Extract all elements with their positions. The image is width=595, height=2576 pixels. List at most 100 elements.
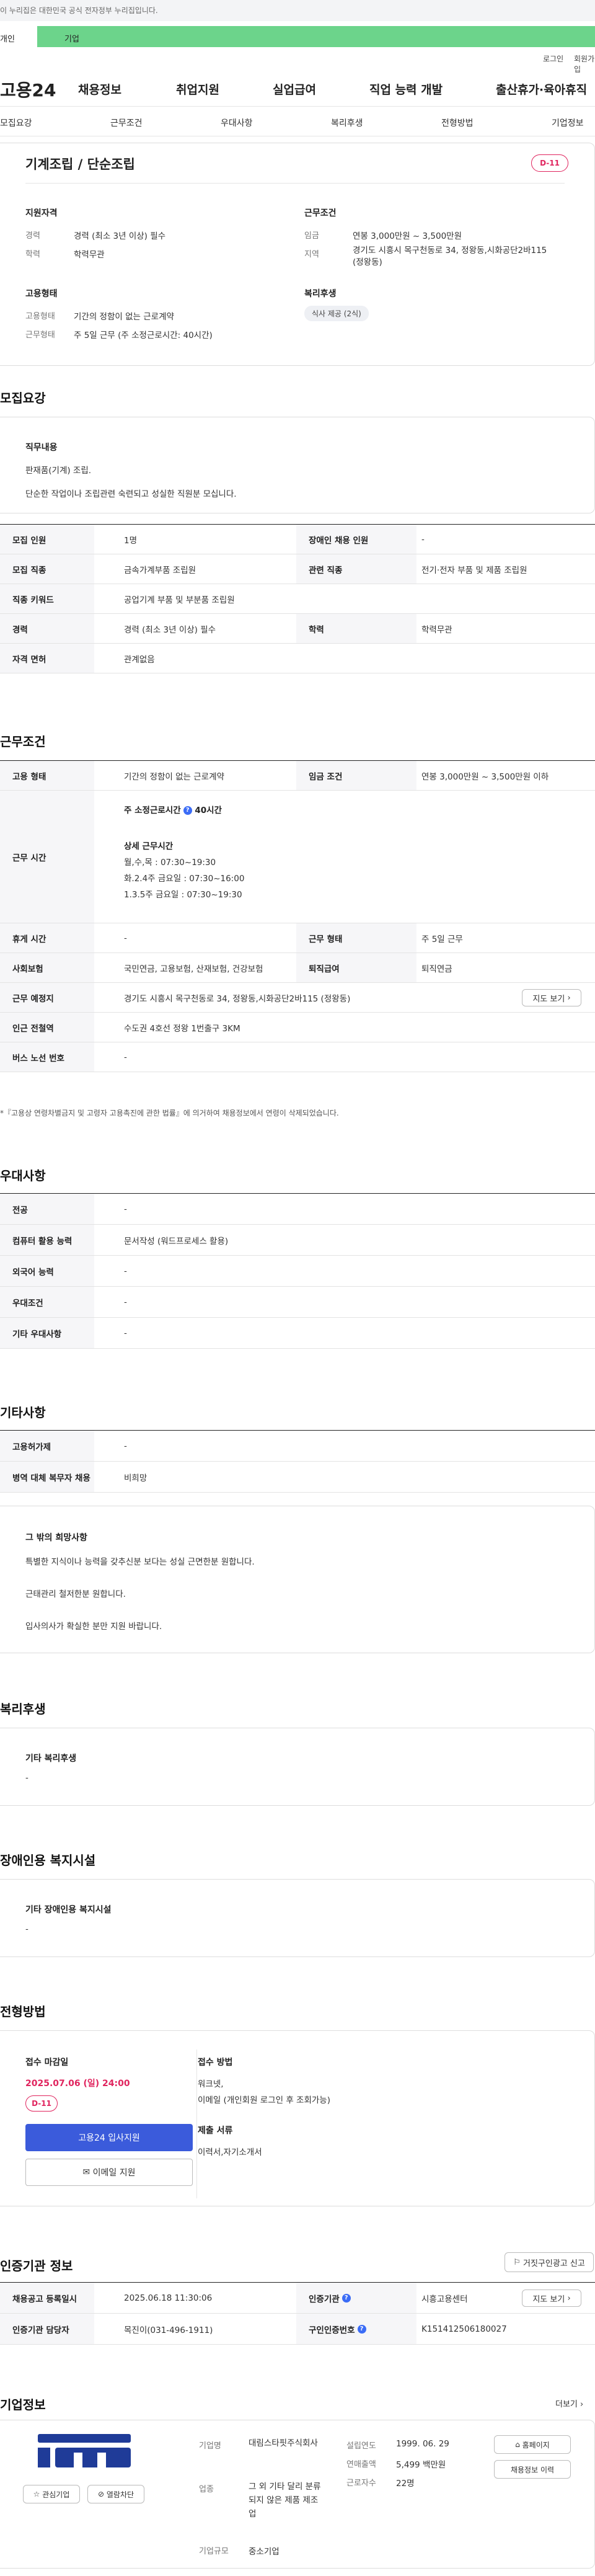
row-header: 장애인 채용 인원 xyxy=(296,525,416,554)
anchor-pref[interactable]: 우대사항 xyxy=(221,117,253,129)
gnb-item-jobs[interactable]: 채용정보 xyxy=(78,81,121,97)
dday-badge: D-11 xyxy=(25,2095,58,2112)
info-icon[interactable]: ? xyxy=(183,806,192,815)
report-fake-ad-label: 거짓구인광고 신고 xyxy=(522,2258,585,2268)
sales: 5,499 백만원 xyxy=(396,2460,446,2470)
cond-key: 지역 xyxy=(304,250,319,259)
row-value: 국민연금, 고용보험, 산재보험, 건강보험 xyxy=(124,964,263,974)
method-line: 워크넷, xyxy=(198,2079,224,2089)
anchor-recruit[interactable]: 모집요강 xyxy=(0,117,32,129)
row-value: 비희망 xyxy=(124,1473,148,1483)
anchor-welfare[interactable]: 복리후생 xyxy=(331,117,363,129)
docs-title: 제출 서류 xyxy=(198,2126,233,2136)
anchor-work[interactable]: 근무조건 xyxy=(110,117,143,129)
row-header: 모집 직종 xyxy=(0,554,94,584)
gov-banner-text: 이 누리집은 대한민국 공식 전자정부 누리집입니다. xyxy=(0,6,158,15)
company-logo xyxy=(38,2434,131,2467)
table-row: 근무 시간 주 소정근로시간? 40시간 상세 근무시간 월,수,목 : 07:… xyxy=(0,791,595,923)
disability-box-title: 기타 장애인용 복지시설 xyxy=(25,1905,112,1915)
welfare-tag: 식사 제공 (2식) xyxy=(304,306,369,321)
row-value: - xyxy=(124,1266,127,1276)
method-line: 이메일 (개인회원 로그인 후 조회가능) xyxy=(198,2095,330,2105)
cert-map-button[interactable]: 지도 보기 › xyxy=(522,2290,581,2307)
table-row: 병역 대체 복무자 채용 비희망 xyxy=(0,1462,595,1493)
disability-box-value: - xyxy=(25,1924,29,1934)
age-notice: *『고용상 연령차별금지 및 고령자 고용촉진에 관한 법률』에 의거하여 채용… xyxy=(0,1109,339,1117)
anchor-process[interactable]: 전형방법 xyxy=(441,117,474,129)
job-history-button[interactable]: 채용정보 이력 xyxy=(494,2460,571,2479)
email-apply-button[interactable]: ✉ 이메일 지원 xyxy=(25,2159,193,2186)
row-value: 1명 xyxy=(124,535,138,546)
report-fake-ad-button[interactable]: ⚐ 거짓구인광고 신고 xyxy=(505,2252,594,2272)
row-header: 사회보험 xyxy=(0,953,94,982)
row-value: - xyxy=(124,1441,127,1451)
gnb-item-leave[interactable]: 출산휴가·육아휴직 xyxy=(496,81,587,97)
recruit-table: 모집 인원 1명 장애인 채용 인원 - 모집 직종 금속가계부품 조립원 관련… xyxy=(0,524,595,673)
info-icon[interactable]: ? xyxy=(342,2293,351,2303)
login-link[interactable]: 로그인 xyxy=(543,53,563,64)
tab-corporate[interactable]: 기업 xyxy=(37,26,595,47)
cert-section-title: 인증기관 정보 xyxy=(0,2258,73,2273)
divider xyxy=(25,183,565,184)
row-header: 채용공고 등록일시 xyxy=(0,2283,94,2313)
block-label: 열람차단 xyxy=(106,2490,134,2499)
table-row: 인증기관 담당자 목진이(031-496-1911) 구인인증번호? K1514… xyxy=(0,2314,595,2345)
table-row: 자격 면허 관계없음 xyxy=(0,644,595,673)
chevron-right-icon: › xyxy=(580,2400,584,2409)
other-wishes-line: 특별한 지식이나 능력을 갖추신분 보다는 성실 근면한분 원합니다. xyxy=(25,1557,255,1567)
map-button[interactable]: 지도 보기 › xyxy=(522,989,581,1006)
tab-personal[interactable]: 개인 xyxy=(0,26,37,47)
interest-company-button[interactable]: ☆ 관심기업 xyxy=(23,2485,80,2503)
table-row: 휴게 시간 - 근무 형태 주 5일 근무 xyxy=(0,923,595,953)
disability-card: 기타 장애인용 복지시설 - xyxy=(0,1879,595,1957)
row-header: 버스 노선 번호 xyxy=(0,1042,94,1072)
docs-value: 이력서,자기소개서 xyxy=(198,2147,262,2157)
summary-card: 기계조립 / 단순조립 D-11 지원자격 경력 경력 (최소 3년 이상) 필… xyxy=(0,143,595,366)
row-header: 고용 형태 xyxy=(0,761,94,790)
row-value: - xyxy=(124,933,127,943)
block-icon: ⊘ xyxy=(97,2490,105,2498)
apply-button[interactable]: 고용24 입사지원 xyxy=(25,2124,193,2151)
table-row: 인근 전철역 수도권 4호선 정왕 1번출구 3KM xyxy=(0,1013,595,1042)
row-header: 병역 대체 복무자 채용 xyxy=(0,1462,94,1492)
utility-bar: 로그인 회원가입 xyxy=(0,48,595,74)
row-value: 퇴직연금 xyxy=(421,964,452,974)
deadline-title: 접수 마감일 xyxy=(25,2058,69,2067)
weekly-hours-value: 40시간 xyxy=(195,806,222,815)
other-wishes-title: 그 밖의 희망사항 xyxy=(25,1533,87,1543)
row-value: 2025.06.18 11:30:06 xyxy=(124,2293,213,2303)
welfare-title: 복리후생 xyxy=(304,289,337,299)
row-value: 주 5일 근무 xyxy=(421,934,463,944)
welfare-box-value: - xyxy=(25,1773,29,1783)
info-icon[interactable]: ? xyxy=(357,2324,366,2334)
homepage-button[interactable]: ⌂ 홈페이지 xyxy=(494,2435,571,2454)
map-button-label: 지도 보기 xyxy=(532,994,565,1004)
row-value: 문서작성 (워드프로세스 활용) xyxy=(124,1236,229,1246)
row-header-text: 구인인증번호 xyxy=(309,2325,355,2335)
size-key: 기업규모 xyxy=(199,2547,229,2556)
other-wishes-card: 그 밖의 희망사항 특별한 지식이나 능력을 갖추신분 보다는 성실 근면한분 … xyxy=(0,1506,595,1653)
table-row: 고용허가제 - xyxy=(0,1431,595,1462)
row-header: 모집 인원 xyxy=(0,525,94,554)
table-row: 채용공고 등록일시 2025.06.18 11:30:06 인증기관? 시흥고용… xyxy=(0,2283,595,2314)
home-icon: ⌂ xyxy=(515,2440,520,2449)
row-header: 근무 예정지 xyxy=(0,983,94,1012)
weekly-hours: 주 소정근로시간? 40시간 xyxy=(124,803,222,815)
site-logo[interactable]: 고용24 xyxy=(0,77,56,102)
gnb-item-training[interactable]: 직업 능력 개발 xyxy=(369,81,443,97)
chevron-right-icon: › xyxy=(567,2293,571,2303)
duty-line: 단순한 작업이나 조립관련 숙련되고 성실한 직원분 모십니다. xyxy=(25,489,237,499)
block-company-button[interactable]: ⊘ 열람차단 xyxy=(87,2485,144,2503)
cond-key: 임금 xyxy=(304,231,319,241)
gnb-item-employment-support[interactable]: 취업지원 xyxy=(176,81,219,97)
hours-detail-line: 1.3.5주 금요일 : 07:30~19:30 xyxy=(124,890,242,900)
anchor-company[interactable]: 기업정보 xyxy=(552,117,584,129)
row-header: 인증기관? xyxy=(296,2283,416,2313)
divider xyxy=(196,2050,197,2198)
gnb-item-unemployment[interactable]: 실업급여 xyxy=(273,81,316,97)
row-value: - xyxy=(124,1328,127,1338)
company-more-label: 더보기 xyxy=(555,2400,578,2409)
row-header: 직종 키워드 xyxy=(0,584,94,613)
company-more-link[interactable]: 더보기 › xyxy=(555,2397,583,2409)
recruit-section-title: 모집요강 xyxy=(0,391,46,406)
